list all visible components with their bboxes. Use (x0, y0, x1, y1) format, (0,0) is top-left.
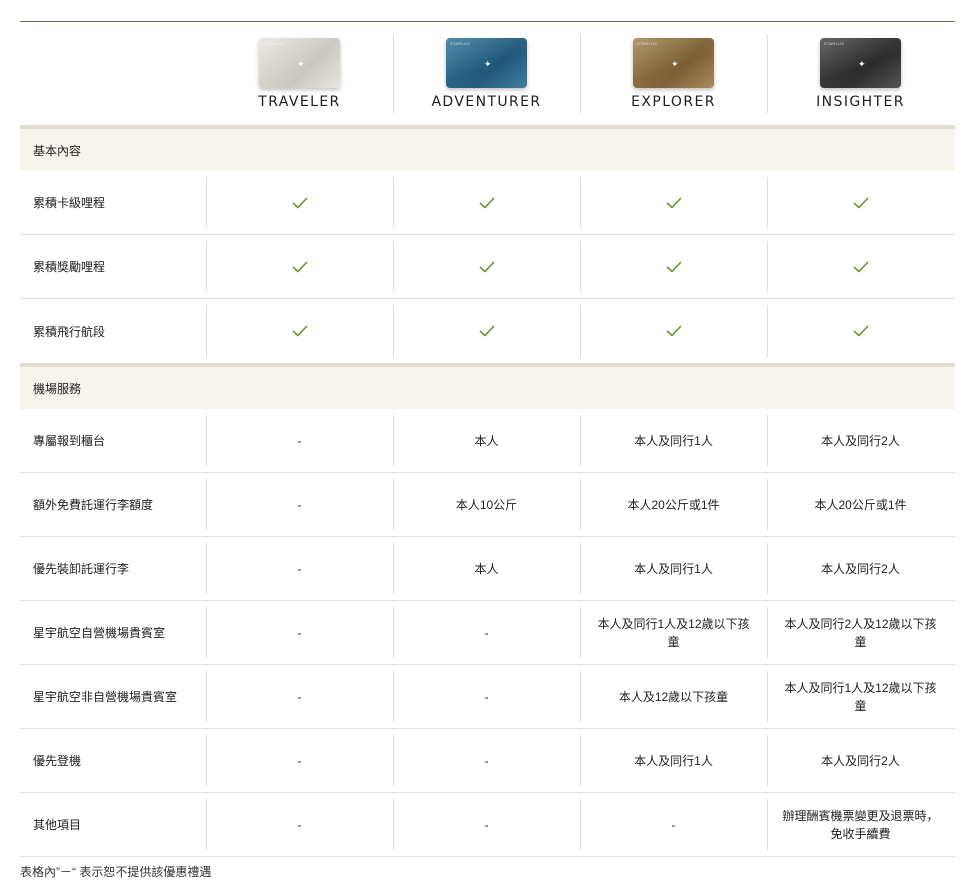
star-icon: ✦ (484, 59, 492, 69)
benefit-cell-adventurer: 本人 (393, 409, 580, 472)
check-icon (853, 325, 868, 337)
tier-name: ADVENTURER (431, 94, 542, 110)
star-icon: ✦ (671, 59, 679, 69)
card-brand-logo: STARLUX (450, 41, 471, 46)
benefit-cell-insighter: 本人20公斤或1件 (767, 473, 954, 536)
benefit-label: 累積卡級哩程 (33, 196, 106, 210)
benefit-cell-insighter: 本人及同行2人 (767, 537, 954, 600)
benefits-table: 基本內容 累積卡級哩程 累積獎勵哩程 累積飛行航段 機場服務 專屬報到櫃台 - 本人 本人及同行… (20, 125, 955, 857)
benefit-cell-adventurer: - (393, 729, 580, 792)
benefit-cell-traveler: - (206, 793, 393, 856)
benefit-cell-explorer: 本人及同行1人 (580, 409, 767, 472)
membership-card-image: STARLUX ✦ (633, 38, 714, 88)
tier-name: EXPLORER (631, 94, 716, 110)
check-icon (292, 261, 307, 272)
benefit-cell-traveler: - (206, 601, 393, 664)
table-row: 優先裝卸託運行李 - 本人 本人及同行1人 本人及同行2人 (20, 537, 955, 601)
tier-name: INSIGHTER (816, 94, 905, 110)
table-row: 專屬報到櫃台 - 本人 本人及同行1人 本人及同行2人 (20, 409, 955, 473)
tier-header-insighter: STARLUX ✦ INSIGHTER (767, 35, 954, 113)
benefit-cell-explorer: 本人及同行1人 (580, 729, 767, 792)
top-divider (20, 21, 955, 22)
benefit-cell-insighter (767, 235, 954, 298)
benefit-cell-traveler (206, 299, 393, 363)
footnote: 表格內”－“ 表示恕不提供該優惠禮遇 (20, 865, 212, 879)
check-icon (853, 261, 868, 272)
benefit-cell-traveler (206, 171, 393, 234)
benefit-cell-adventurer: - (393, 793, 580, 856)
benefit-cell-traveler: - (206, 665, 393, 728)
benefit-cell-insighter (767, 299, 954, 363)
benefit-cell-traveler: - (206, 729, 393, 792)
table-row: 累積飛行航段 (20, 299, 955, 363)
benefit-cell-adventurer: - (393, 665, 580, 728)
benefit-cell-adventurer: - (393, 601, 580, 664)
check-icon (479, 325, 494, 337)
check-icon (666, 261, 681, 272)
benefit-cell-adventurer (393, 171, 580, 234)
check-icon (479, 261, 494, 272)
benefit-cell-explorer: 本人及同行1人 (580, 537, 767, 600)
section-title: 機場服務 (33, 381, 82, 396)
star-icon: ✦ (858, 59, 866, 69)
check-icon (853, 197, 868, 208)
table-row: 優先登機 - - 本人及同行1人 本人及同行2人 (20, 729, 955, 793)
benefit-cell-explorer: 本人及12歲以下孩童 (580, 665, 767, 728)
benefit-cell-traveler: - (206, 473, 393, 536)
benefit-cell-explorer: - (580, 793, 767, 856)
check-icon (292, 197, 307, 208)
benefit-cell-explorer (580, 299, 767, 363)
benefit-cell-adventurer (393, 235, 580, 298)
section-header: 機場服務 (20, 363, 955, 409)
benefit-cell-traveler: - (206, 409, 393, 472)
card-brand-logo: STARLUX (637, 41, 658, 46)
check-icon (292, 325, 307, 337)
tier-header-explorer: STARLUX ✦ EXPLORER (580, 35, 767, 113)
benefit-label: 累積獎勵哩程 (33, 260, 106, 274)
benefit-label: 其他項目 (33, 818, 82, 832)
section-title: 基本內容 (33, 143, 82, 158)
table-row: 額外免費託運行李額度 - 本人10公斤 本人20公斤或1件 本人20公斤或1件 (20, 473, 955, 537)
benefit-cell-insighter: 本人及同行2人及12歲以下孩童 (767, 601, 954, 664)
table-row: 星宇航空自營機場貴賓室 - - 本人及同行1人及12歲以下孩童 本人及同行2人及12歲以… (20, 601, 955, 665)
benefit-cell-traveler (206, 235, 393, 298)
benefit-label: 額外免費託運行李額度 (33, 498, 154, 512)
tier-name: TRAVELER (258, 94, 341, 110)
benefit-label: 星宇航空自營機場貴賓室 (33, 626, 166, 640)
table-row: 累積卡級哩程 (20, 171, 955, 235)
card-brand-logo: STARLUX (824, 41, 845, 46)
membership-card-image: STARLUX ✦ (820, 38, 901, 88)
benefit-cell-insighter (767, 171, 954, 234)
benefit-cell-insighter: 本人及同行1人及12歲以下孩童 (767, 665, 954, 728)
section-header: 基本內容 (20, 125, 955, 171)
benefit-cell-explorer (580, 235, 767, 298)
benefit-cell-traveler: - (206, 537, 393, 600)
benefit-label: 優先裝卸託運行李 (33, 562, 130, 576)
benefit-cell-adventurer: 本人10公斤 (393, 473, 580, 536)
benefit-label: 星宇航空非自營機場貴賓室 (33, 690, 178, 704)
benefit-cell-insighter: 辦理酬賓機票變更及退票時，免收手續費 (767, 793, 954, 856)
benefit-cell-insighter: 本人及同行2人 (767, 729, 954, 792)
benefit-cell-explorer: 本人及同行1人及12歲以下孩童 (580, 601, 767, 664)
table-row: 星宇航空非自營機場貴賓室 - - 本人及12歲以下孩童 本人及同行1人及12歲以下孩童 (20, 665, 955, 729)
card-brand-logo: STARLUX (263, 41, 284, 46)
table-row: 其他項目 - - - 辦理酬賓機票變更及退票時，免收手續費 (20, 793, 955, 857)
check-icon (666, 325, 681, 337)
membership-card-image: STARLUX ✦ (446, 38, 527, 88)
check-icon (666, 197, 681, 208)
benefit-label: 優先登機 (33, 754, 82, 768)
benefit-cell-adventurer (393, 299, 580, 363)
benefit-label: 專屬報到櫃台 (33, 434, 106, 448)
benefit-cell-adventurer: 本人 (393, 537, 580, 600)
check-icon (479, 197, 494, 208)
star-icon: ✦ (297, 59, 305, 69)
tier-header-traveler: STARLUX ✦ TRAVELER (206, 35, 393, 113)
table-row: 累積獎勵哩程 (20, 235, 955, 299)
tier-header-adventurer: STARLUX ✦ ADVENTURER (393, 35, 580, 113)
membership-card-image: STARLUX ✦ (259, 38, 340, 88)
benefit-cell-explorer: 本人20公斤或1件 (580, 473, 767, 536)
benefit-label: 累積飛行航段 (33, 324, 106, 339)
benefit-cell-explorer (580, 171, 767, 234)
benefit-cell-insighter: 本人及同行2人 (767, 409, 954, 472)
